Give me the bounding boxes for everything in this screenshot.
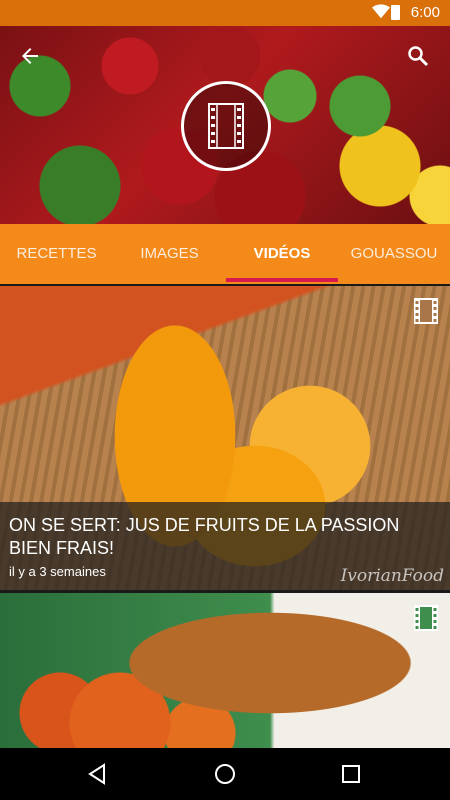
film-icon bbox=[414, 298, 438, 324]
video-badge bbox=[181, 81, 271, 171]
film-icon bbox=[414, 605, 438, 631]
tab-indicator bbox=[226, 278, 338, 282]
video-title: ON SE SERT: JUS DE FRUITS DE LA PASSION … bbox=[9, 515, 400, 558]
tab-gouassou[interactable]: GOUASSOU bbox=[338, 224, 450, 284]
video-date: il y a 3 semaines bbox=[9, 564, 106, 579]
video-card[interactable]: ON SE SERT: JUS DE FRUITS DE LA PASSION … bbox=[0, 286, 450, 590]
arrow-back-icon[interactable] bbox=[18, 44, 42, 68]
header-image bbox=[0, 26, 450, 224]
status-bar: 6:00 bbox=[0, 0, 450, 26]
search-icon[interactable] bbox=[406, 44, 430, 68]
watermark-logo: IvorianFood bbox=[340, 566, 444, 586]
battery-icon bbox=[391, 5, 400, 20]
tab-bar: RECETTES IMAGES VIDÉOS GOUASSOU bbox=[0, 224, 450, 284]
navigation-bar bbox=[0, 748, 450, 800]
status-time: 6:00 bbox=[410, 4, 440, 21]
film-icon bbox=[208, 103, 244, 149]
tab-recettes[interactable]: RECETTES bbox=[0, 224, 113, 284]
wifi-icon bbox=[372, 4, 390, 19]
home-circle-icon[interactable] bbox=[213, 762, 237, 786]
tab-videos[interactable]: VIDÉOS bbox=[226, 224, 338, 284]
back-triangle-icon[interactable] bbox=[86, 762, 110, 786]
recents-square-icon[interactable] bbox=[339, 762, 363, 786]
video-caption: ON SE SERT: JUS DE FRUITS DE LA PASSION … bbox=[0, 502, 450, 590]
video-card[interactable] bbox=[0, 593, 450, 748]
tab-images[interactable]: IMAGES bbox=[113, 224, 226, 284]
